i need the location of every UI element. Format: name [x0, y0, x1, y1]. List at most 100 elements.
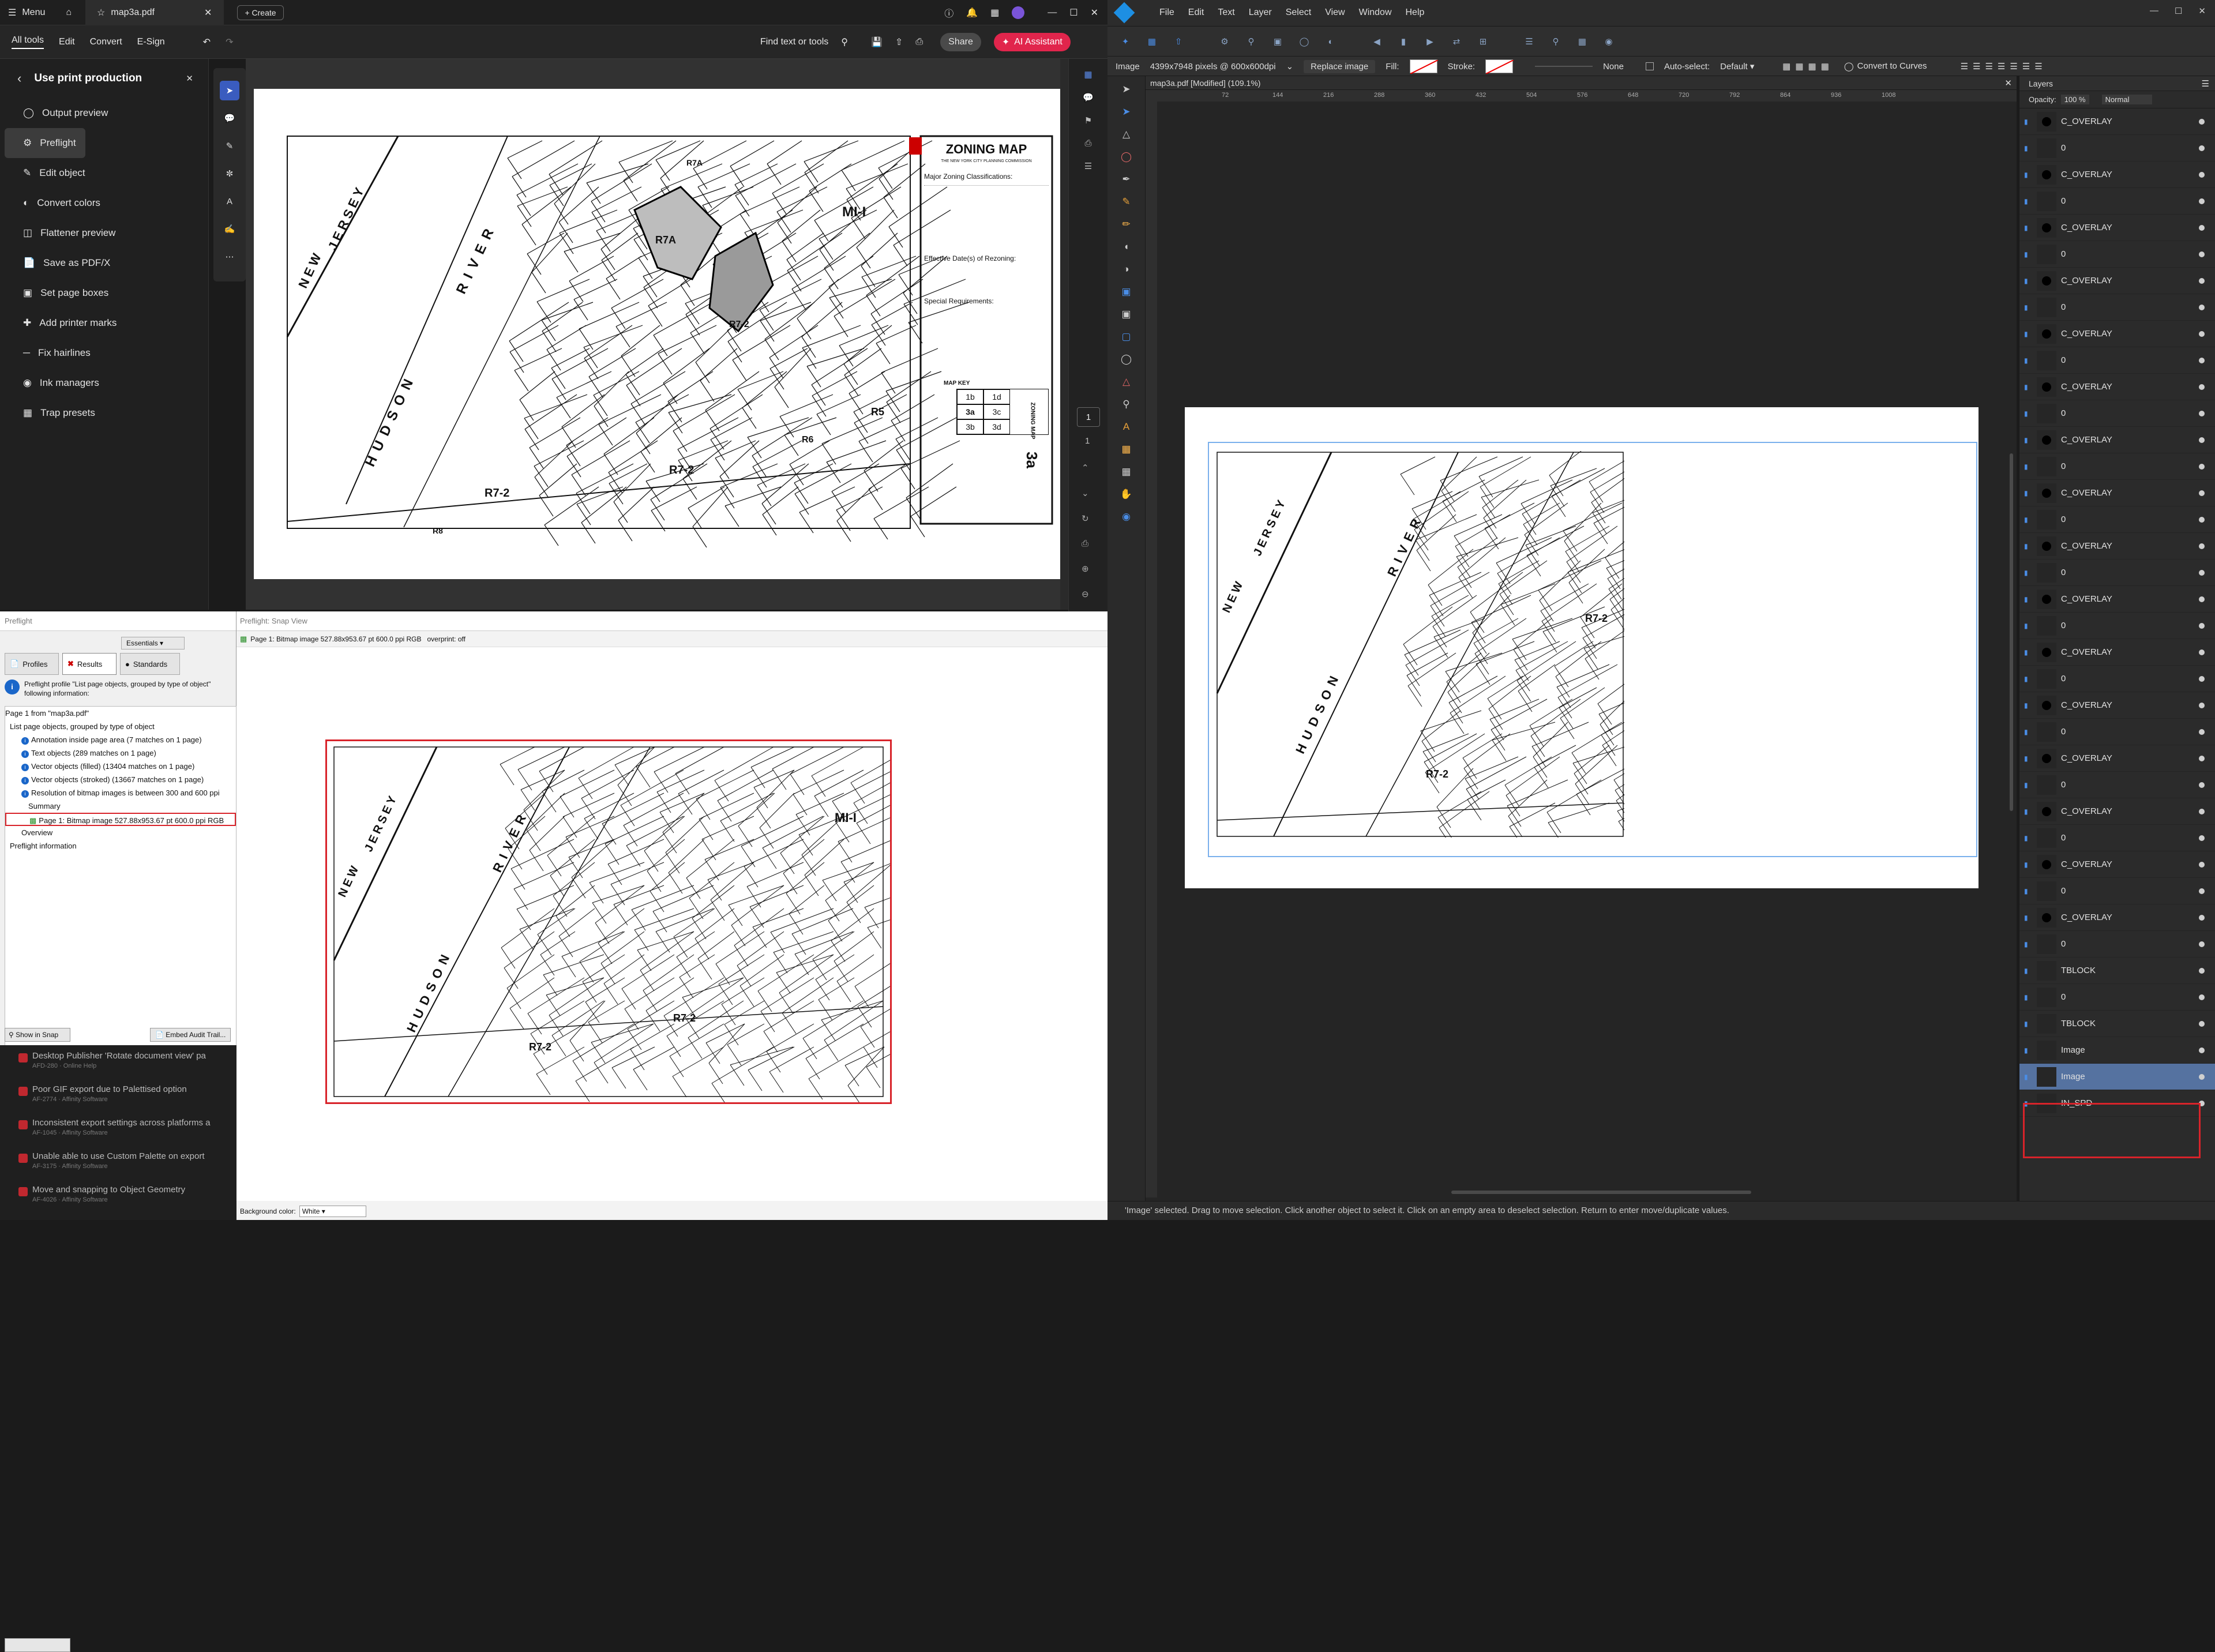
- doc-tab-close-icon[interactable]: ✕: [2004, 78, 2012, 88]
- layers-title[interactable]: Layers: [2029, 79, 2053, 88]
- chevron-down-icon[interactable]: ⌄: [1082, 488, 1089, 498]
- ctx-dimensions[interactable]: 4399x7948 pixels @ 600x600dpi: [1150, 62, 1276, 72]
- persona-designer-icon[interactable]: ✦: [1117, 36, 1134, 47]
- layer-row[interactable]: ▮ C_OVERLAY: [2019, 162, 2215, 188]
- select-arrow-icon[interactable]: ➤: [220, 81, 239, 100]
- layer-expand-icon[interactable]: ▮: [2024, 356, 2028, 365]
- layer-row[interactable]: ▮ 0: [2019, 825, 2215, 851]
- align-icons[interactable]: ▦▦▦▦: [1782, 61, 1834, 72]
- layer-visibility-icon[interactable]: [2199, 171, 2205, 178]
- menu-window[interactable]: Window: [1352, 7, 1399, 18]
- replace-image-button[interactable]: Replace image: [1304, 59, 1376, 73]
- rotate-icon[interactable]: ↻: [1082, 513, 1089, 524]
- stroke-swatch[interactable]: [1485, 59, 1514, 74]
- layer-visibility-icon[interactable]: [2199, 437, 2205, 443]
- layer-expand-icon[interactable]: ▮: [2024, 834, 2028, 842]
- tool-item-convert-colors[interactable]: ◐ Convert colors: [0, 188, 208, 218]
- layer-expand-icon[interactable]: ▮: [2024, 861, 2028, 869]
- ellipse-tool-icon[interactable]: ◯: [1121, 351, 1132, 368]
- menu-button[interactable]: Menu: [22, 7, 45, 18]
- insert-icon[interactable]: ⊞: [1474, 36, 1492, 47]
- layer-expand-icon[interactable]: ▮: [2024, 277, 2028, 285]
- layer-visibility-icon[interactable]: [2199, 596, 2205, 602]
- forum-item[interactable]: Move and snapping to Object Geometry AF-4…: [18, 1185, 236, 1218]
- layer-visibility-icon[interactable]: [2199, 861, 2205, 868]
- tree-item[interactable]: i Vector objects (filled) (13404 matches …: [5, 760, 236, 773]
- layer-row[interactable]: ▮ Image: [2019, 1037, 2215, 1064]
- layer-expand-icon[interactable]: ▮: [2024, 595, 2028, 603]
- frame-text-icon[interactable]: A: [1123, 418, 1129, 435]
- layer-row[interactable]: ▮ 0: [2019, 453, 2215, 480]
- pen-icon[interactable]: ✎: [220, 136, 239, 156]
- help-icon[interactable]: ⓘ: [944, 6, 953, 20]
- layer-visibility-icon[interactable]: [2199, 198, 2205, 204]
- layer-expand-icon[interactable]: ▮: [2024, 728, 2028, 736]
- aff-minimize-icon[interactable]: —: [2150, 6, 2158, 16]
- assistant-icon[interactable]: ◉: [1600, 36, 1617, 47]
- layers-menu-icon[interactable]: ☰: [2202, 78, 2209, 89]
- layer-visibility-icon[interactable]: [2199, 304, 2205, 310]
- tab-esign[interactable]: E-Sign: [137, 37, 165, 47]
- table-tool-icon[interactable]: ▦: [1121, 441, 1131, 458]
- layer-row[interactable]: ▮ 0: [2019, 347, 2215, 374]
- layer-row[interactable]: ▮ C_OVERLAY: [2019, 427, 2215, 453]
- layer-expand-icon[interactable]: ▮: [2024, 701, 2028, 709]
- stamp-icon[interactable]: ✍: [220, 219, 239, 239]
- layer-expand-icon[interactable]: ▮: [2024, 516, 2028, 524]
- studio-icon[interactable]: ▦: [1574, 36, 1591, 47]
- page-number-box[interactable]: 1: [1077, 407, 1100, 427]
- persona-export-icon[interactable]: ⇧: [1170, 36, 1187, 47]
- pencil-tool-icon[interactable]: ✎: [1122, 193, 1130, 211]
- layer-expand-icon[interactable]: ▮: [2024, 330, 2028, 338]
- layer-row[interactable]: ▮ 0: [2019, 400, 2215, 427]
- layer-expand-icon[interactable]: ▮: [2024, 463, 2028, 471]
- layer-row[interactable]: ▮ 0: [2019, 506, 2215, 533]
- layer-visibility-icon[interactable]: [2199, 622, 2205, 629]
- crop-tool-icon[interactable]: ▣: [1121, 306, 1131, 323]
- menu-help[interactable]: Help: [1399, 7, 1432, 18]
- layer-expand-icon[interactable]: ▮: [2024, 489, 2028, 497]
- layer-expand-icon[interactable]: ▮: [2024, 675, 2028, 683]
- point-transform-icon[interactable]: △: [1122, 126, 1130, 143]
- align-center-icon[interactable]: ▮: [1395, 36, 1412, 47]
- layer-visibility-icon[interactable]: [2199, 357, 2205, 363]
- autoselect-dropdown[interactable]: Default ▾: [1720, 61, 1772, 72]
- corner-tool-icon[interactable]: ◯: [1121, 148, 1132, 166]
- menu-edit[interactable]: Edit: [1181, 7, 1211, 18]
- layer-visibility-icon[interactable]: [2199, 729, 2205, 735]
- opacity-value[interactable]: 100 %: [2060, 95, 2089, 104]
- ctx-chevron-icon[interactable]: ⌄: [1286, 61, 1294, 72]
- autoselect-checkbox[interactable]: [1645, 62, 1654, 70]
- layer-visibility-icon[interactable]: [2199, 384, 2205, 390]
- layer-expand-icon[interactable]: ▮: [2024, 436, 2028, 444]
- upload-icon[interactable]: ⇧: [895, 36, 903, 48]
- align-left-icon[interactable]: ◀: [1368, 36, 1386, 47]
- tool-item-set-page-boxes[interactable]: ▣ Set page boxes: [0, 278, 208, 308]
- color-picker-icon[interactable]: ⚲: [1122, 396, 1129, 413]
- essentials-dropdown[interactable]: Essentials ▾: [121, 637, 185, 649]
- show-in-snap-button[interactable]: [5, 1638, 70, 1652]
- search-icon[interactable]: ⚲: [841, 36, 848, 48]
- menu-file[interactable]: File: [1152, 7, 1181, 18]
- layer-row[interactable]: ▮ 0: [2019, 613, 2215, 639]
- more-icon[interactable]: ⋯: [220, 247, 239, 266]
- attach-icon[interactable]: ⎙: [1084, 138, 1091, 148]
- layer-visibility-icon[interactable]: [2199, 967, 2205, 974]
- layer-row[interactable]: ▮ 0: [2019, 560, 2215, 586]
- layer-expand-icon[interactable]: ▮: [2024, 144, 2028, 152]
- picture-frame-icon[interactable]: ▦: [1121, 463, 1131, 480]
- flip-icon[interactable]: ⇄: [1448, 36, 1465, 47]
- tree-item[interactable]: List page objects, grouped by type of ob…: [5, 720, 236, 733]
- close-tab-icon[interactable]: ✕: [204, 7, 212, 18]
- tree-item-bitmap-image[interactable]: ▩ Page 1: Bitmap image 527.88x953.67 pt 6…: [5, 813, 236, 826]
- layer-expand-icon[interactable]: ▮: [2024, 1073, 2028, 1081]
- layer-visibility-icon[interactable]: [2199, 1020, 2205, 1027]
- layer-visibility-icon[interactable]: [2199, 224, 2205, 231]
- layer-expand-icon[interactable]: ▮: [2024, 754, 2028, 763]
- layer-expand-icon[interactable]: ▮: [2024, 542, 2028, 550]
- share-button[interactable]: Share: [940, 32, 981, 51]
- layer-row[interactable]: ▮ C_OVERLAY: [2019, 692, 2215, 719]
- bg-color-select[interactable]: White ▾: [299, 1206, 366, 1217]
- menu-layer[interactable]: Layer: [1242, 7, 1279, 18]
- menu-text[interactable]: Text: [1211, 7, 1241, 18]
